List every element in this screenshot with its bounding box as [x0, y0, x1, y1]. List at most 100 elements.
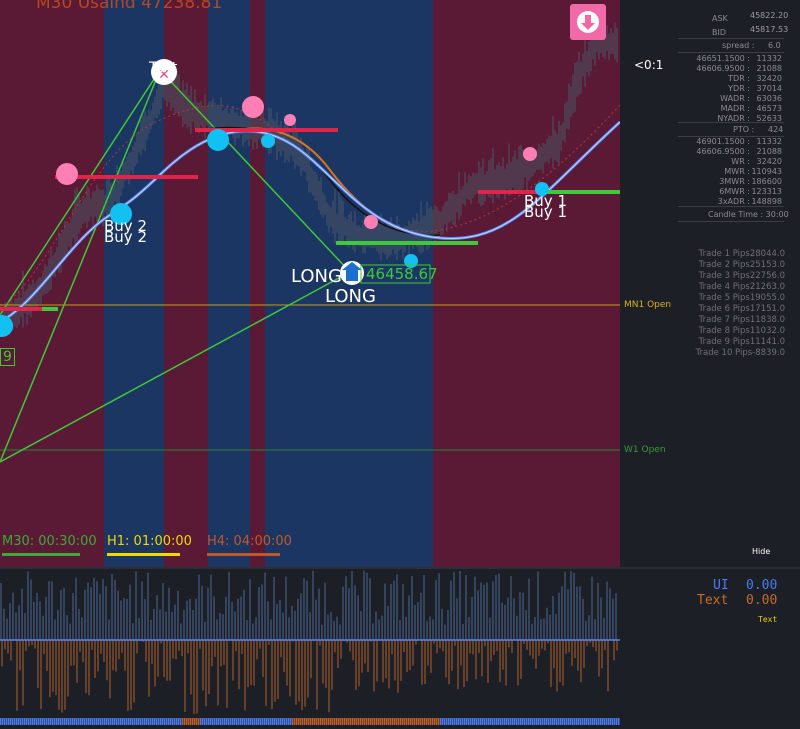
strip-cell — [544, 718, 546, 725]
strip-cell — [584, 718, 586, 725]
strip-cell — [112, 718, 114, 725]
tf-h1-label: H1: 01:00:00 — [107, 534, 192, 549]
strip-cell — [58, 718, 60, 725]
strip-cell — [216, 718, 218, 725]
strip-cell — [576, 718, 578, 725]
cyan-signal-dot — [261, 134, 275, 148]
sell-signal-button[interactable] — [570, 4, 606, 40]
left-price-tag: 9 — [0, 348, 15, 366]
panel-row-value: 21088 — [756, 147, 782, 156]
panel-row-label: 46901.1500 : — [696, 137, 750, 146]
hide-button[interactable]: Hide — [752, 547, 770, 556]
strip-cell — [468, 718, 470, 725]
strip-cell — [178, 718, 180, 725]
strip-cell — [76, 718, 78, 725]
strip-cell — [150, 718, 152, 725]
pink-signal-dot — [364, 215, 378, 229]
strip-cell — [90, 718, 92, 725]
strip-cell — [190, 718, 192, 725]
strip-cell — [290, 718, 292, 725]
strip-cell — [476, 718, 478, 725]
strip-cell — [14, 718, 16, 725]
strip-cell — [116, 718, 118, 725]
strip-cell — [206, 718, 208, 725]
strip-cell — [28, 718, 30, 725]
strip-cell — [82, 718, 84, 725]
strip-cell — [342, 718, 344, 725]
strip-cell — [256, 718, 258, 725]
strip-cell — [520, 718, 522, 725]
strip-cell — [510, 718, 512, 725]
strip-cell — [336, 718, 338, 725]
strip-cell — [280, 718, 282, 725]
tf-m30-label: M30: 00:30:00 — [2, 534, 97, 549]
strip-cell — [258, 718, 260, 725]
strip-cell — [578, 718, 580, 725]
long-price-label: 46458.67 — [366, 265, 438, 283]
strip-cell — [312, 718, 314, 725]
strip-cell — [560, 718, 562, 725]
panel-row-value: 32420 — [756, 157, 782, 166]
strip-cell — [46, 718, 48, 725]
strip-cell — [328, 718, 330, 725]
strip-cell — [300, 718, 302, 725]
strip-cell — [542, 718, 544, 725]
strip-cell — [156, 718, 158, 725]
buy1-label: Buy 1 — [524, 203, 567, 221]
strip-cell — [350, 718, 352, 725]
panel-row-label: 46606.9500 : — [696, 64, 750, 73]
strip-cell — [198, 718, 200, 725]
spread-value: 6.0 — [768, 41, 781, 50]
strip-cell — [218, 718, 220, 725]
strip-cell — [506, 718, 508, 725]
strip-cell — [598, 718, 600, 725]
strip-cell — [554, 718, 556, 725]
trade-row: Trade 10 Pips-8839.0 — [695, 348, 785, 358]
trade-row: Trade 4 Pips21263.0 — [698, 282, 785, 292]
strip-cell — [534, 718, 536, 725]
strip-cell — [324, 718, 326, 725]
strip-cell — [326, 718, 328, 725]
strip-cell — [108, 718, 110, 725]
strip-cell — [284, 718, 286, 725]
strip-cell — [252, 718, 254, 725]
strip-cell — [270, 718, 272, 725]
strip-cell — [378, 718, 380, 725]
strip-cell — [64, 718, 66, 725]
panel-divider — [678, 122, 784, 123]
strip-cell — [426, 718, 428, 725]
strip-cell — [86, 718, 88, 725]
strip-cell — [344, 718, 346, 725]
ui-value: 0.00 — [746, 578, 778, 593]
strip-cell — [92, 718, 94, 725]
strip-cell — [292, 718, 294, 725]
strip-cell — [406, 718, 408, 725]
strip-cell — [220, 718, 222, 725]
strip-cell — [192, 718, 194, 725]
down-arrow-icon — [577, 11, 599, 33]
strip-cell — [536, 718, 538, 725]
strip-cell — [176, 718, 178, 725]
strip-cell — [538, 718, 540, 725]
strip-cell — [146, 718, 148, 725]
strip-cell — [268, 718, 270, 725]
strip-cell — [550, 718, 552, 725]
strip-cell — [482, 718, 484, 725]
strip-cell — [494, 718, 496, 725]
strip-cell — [392, 718, 394, 725]
strip-cell — [276, 718, 278, 725]
strip-cell — [136, 718, 138, 725]
strip-cell — [394, 718, 396, 725]
strip-cell — [24, 718, 26, 725]
strip-cell — [54, 718, 56, 725]
histogram-svg — [0, 570, 620, 725]
strip-cell — [588, 718, 590, 725]
strip-cell — [532, 718, 534, 725]
tf-h4-line — [207, 553, 280, 556]
strip-cell — [400, 718, 402, 725]
pink-signal-dot — [284, 114, 296, 126]
strip-cell — [188, 718, 190, 725]
strip-cell — [30, 718, 32, 725]
strip-cell — [314, 718, 316, 725]
strip-cell — [380, 718, 382, 725]
